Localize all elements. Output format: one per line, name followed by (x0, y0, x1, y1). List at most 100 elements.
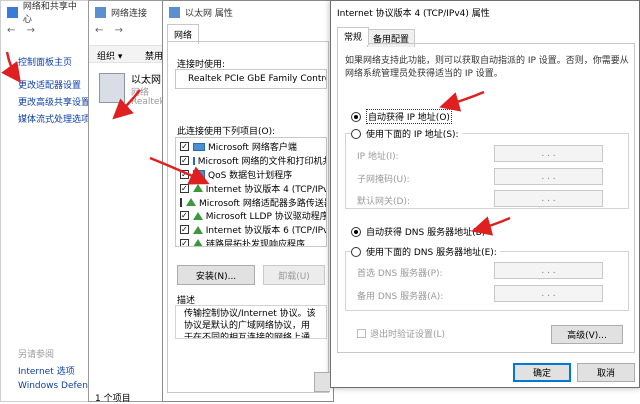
validate-label: 退出时验证设置(L) (370, 330, 446, 340)
description-box: 传输控制协议/Internet 协议。该协议是默认的广域网络协议，用于在不同的相… (175, 305, 327, 339)
description-text: 传输控制协议/Internet 协议。该协议是默认的广域网络协议，用于在不同的相… (184, 309, 316, 339)
radio-unselected (351, 128, 361, 139)
default-gateway-field[interactable]: . . . (494, 190, 603, 207)
back-arrow-icon[interactable]: ← (95, 25, 103, 36)
window-title: 网络连接 (111, 8, 148, 19)
see-also-label: 另请参阅 (18, 350, 55, 360)
ipv4-properties-dialog: Internet 协议版本 4 (TCP/IPv4) 属性 常规 备用配置 如果… (330, 0, 640, 388)
auto-dns-label: 自动获得 DNS 服务器地址(B) (366, 228, 486, 238)
item-label: Internet 协议版本 6 (TCP/IPv6) (205, 226, 327, 237)
window-title: 以太网 属性 (185, 8, 233, 19)
manual-dns-radio[interactable]: 使用下面的 DNS 服务器地址(E): (351, 245, 500, 258)
auto-ip-radio[interactable]: 自动获得 IP 地址(O) (351, 109, 452, 124)
status-count: 1 个项目 (95, 394, 131, 404)
ip-address-field[interactable]: . . . (494, 145, 603, 162)
window-titlebar: 网络和共享中心 (1, 1, 91, 25)
preferred-dns-field[interactable]: . . . (494, 262, 603, 279)
nav-bar: ← → (95, 25, 123, 36)
manual-ip-radio[interactable]: 使用下面的 IP 地址(S): (351, 127, 462, 140)
validate-checkbox[interactable]: 退出时验证设置(L) (357, 327, 445, 340)
ip-address-label: IP 地址(I): (357, 152, 399, 162)
manual-dns-label: 使用下面的 DNS 服务器地址(E): (366, 248, 497, 258)
item-checkbox[interactable]: ✓ (180, 183, 189, 193)
organize-menu[interactable]: 组织 ▾ (97, 49, 122, 62)
adapter-name-text: Realtek PCIe GbE Family Controll (188, 74, 327, 84)
item-checkbox[interactable] (180, 197, 182, 207)
manual-ip-label: 使用下面的 IP 地址(S): (366, 130, 459, 140)
qos-icon (193, 170, 205, 179)
item-label: Microsoft 网络客户端 (208, 143, 297, 154)
list-item[interactable]: ✓ Internet 协议版本 4 (TCP/IPv4) (180, 181, 326, 195)
ethernet-icon (169, 6, 180, 18)
adapter-name-field: Realtek PCIe GbE Family Controll (175, 69, 327, 89)
disable-button[interactable]: 禁用 (145, 49, 163, 62)
adapter-driver: Realtek (131, 97, 165, 107)
protocol-icon (192, 211, 203, 220)
list-item[interactable]: ✓ Microsoft 网络客户端 (180, 140, 322, 154)
default-gateway-label: 默认网关(D): (357, 197, 410, 207)
item-checkbox[interactable]: ✓ (180, 211, 189, 221)
alternate-dns-field[interactable]: . . . (494, 285, 603, 302)
list-item[interactable]: Microsoft 网络适配器多路传送器协 (180, 195, 326, 209)
list-item[interactable]: ✓ Internet 协议版本 6 (TCP/IPv6) (180, 223, 326, 237)
uninstall-button[interactable]: 卸载(U) (263, 265, 325, 285)
list-item[interactable]: ✓ 链路层拓扑发现响应程序 (180, 237, 322, 247)
item-label: Internet 协议版本 4 (TCP/IPv4) (205, 184, 327, 195)
window-titlebar: 以太网 属性 (163, 1, 333, 23)
item-label: Microsoft LLDP 协议驱动程序 (205, 212, 327, 223)
ethernet-adapter-icon (99, 73, 125, 103)
ethernet-props-ok-button-partial[interactable] (314, 372, 330, 392)
item-checkbox[interactable]: ✓ (180, 156, 189, 166)
auto-ip-label: 自动获得 IP 地址(O) (366, 109, 452, 124)
radio-selected (351, 111, 361, 122)
checkbox-box (357, 329, 366, 338)
item-label: 链路层拓扑发现响应程序 (206, 239, 306, 247)
sidebar-link-control-panel-home[interactable]: 控制面板主页 (18, 55, 72, 68)
protocol-icon (192, 184, 203, 193)
item-checkbox[interactable]: ✓ (180, 238, 189, 246)
list-item[interactable]: ✓ Microsoft 网络的文件和打印机共享 (180, 154, 326, 168)
item-label: Microsoft 网络的文件和打印机共享 (197, 157, 327, 168)
protocol-icon (192, 225, 203, 234)
network-icon (7, 6, 18, 18)
list-item[interactable]: ✓ Microsoft LLDP 协议驱动程序 (180, 209, 326, 223)
see-also-windows-defender[interactable]: Windows Defende (18, 381, 99, 391)
sidebar-link-media-streaming[interactable]: 媒体流式处理选项 (18, 112, 90, 125)
subnet-mask-field[interactable]: . . . (494, 168, 603, 185)
file-sharing-icon (192, 156, 195, 165)
auto-dns-radio[interactable]: 自动获得 DNS 服务器地址(B) (351, 225, 485, 238)
item-checkbox[interactable]: ✓ (180, 169, 189, 179)
intro-text: 如果网络支持此功能，则可以获取自动指派的 IP 设置。否则，你需要从网络系统管理… (345, 56, 629, 79)
organize-label: 组织 (97, 52, 116, 62)
dialog-title: Internet 协议版本 4 (TCP/IPv4) 属性 (337, 8, 490, 19)
item-label: Microsoft 网络适配器多路传送器协 (199, 198, 326, 209)
adapter-name: 以太网 (131, 75, 161, 86)
ok-button[interactable]: 确定 (513, 363, 571, 382)
chevron-down-icon: ▾ (117, 52, 123, 62)
advanced-button[interactable]: 高级(V)... (551, 325, 623, 344)
list-item[interactable]: ✓ QoS 数据包计划程序 (180, 168, 322, 182)
item-checkbox[interactable]: ✓ (180, 142, 189, 152)
protocol-icon (186, 198, 196, 207)
radio-selected (351, 226, 361, 237)
install-button[interactable]: 安装(N)... (177, 265, 255, 285)
see-also-internet-options[interactable]: Internet 选项 (18, 364, 75, 377)
items-label: 此连接使用下列项目(O): (177, 127, 276, 137)
dialog-titlebar: Internet 协议版本 4 (TCP/IPv4) 属性 (331, 1, 639, 23)
network-folder-icon (95, 6, 106, 18)
window-title: 网络和共享中心 (22, 2, 77, 25)
manual-dns-group (345, 251, 629, 311)
items-list: ✓ Microsoft 网络客户端 ✓ Microsoft 网络的文件和打印机共… (175, 137, 327, 247)
tab-general[interactable]: 常规 (337, 27, 370, 45)
protocol-icon (193, 239, 203, 246)
item-checkbox[interactable]: ✓ (180, 225, 189, 235)
back-arrow-icon[interactable]: ← (7, 25, 15, 36)
nav-bar: ← → (7, 25, 35, 36)
forward-arrow-icon[interactable]: → (115, 25, 123, 36)
cancel-button[interactable]: 取消 (577, 363, 635, 382)
preferred-dns-label: 首选 DNS 服务器(P): (357, 269, 443, 279)
sidebar-link-change-adapter-settings[interactable]: 更改适配器设置 (18, 78, 81, 91)
forward-arrow-icon[interactable]: → (27, 25, 35, 36)
alternate-dns-label: 备用 DNS 服务器(A): (357, 292, 444, 302)
sidebar-link-advanced-sharing[interactable]: 更改高级共享设置 (18, 95, 90, 108)
